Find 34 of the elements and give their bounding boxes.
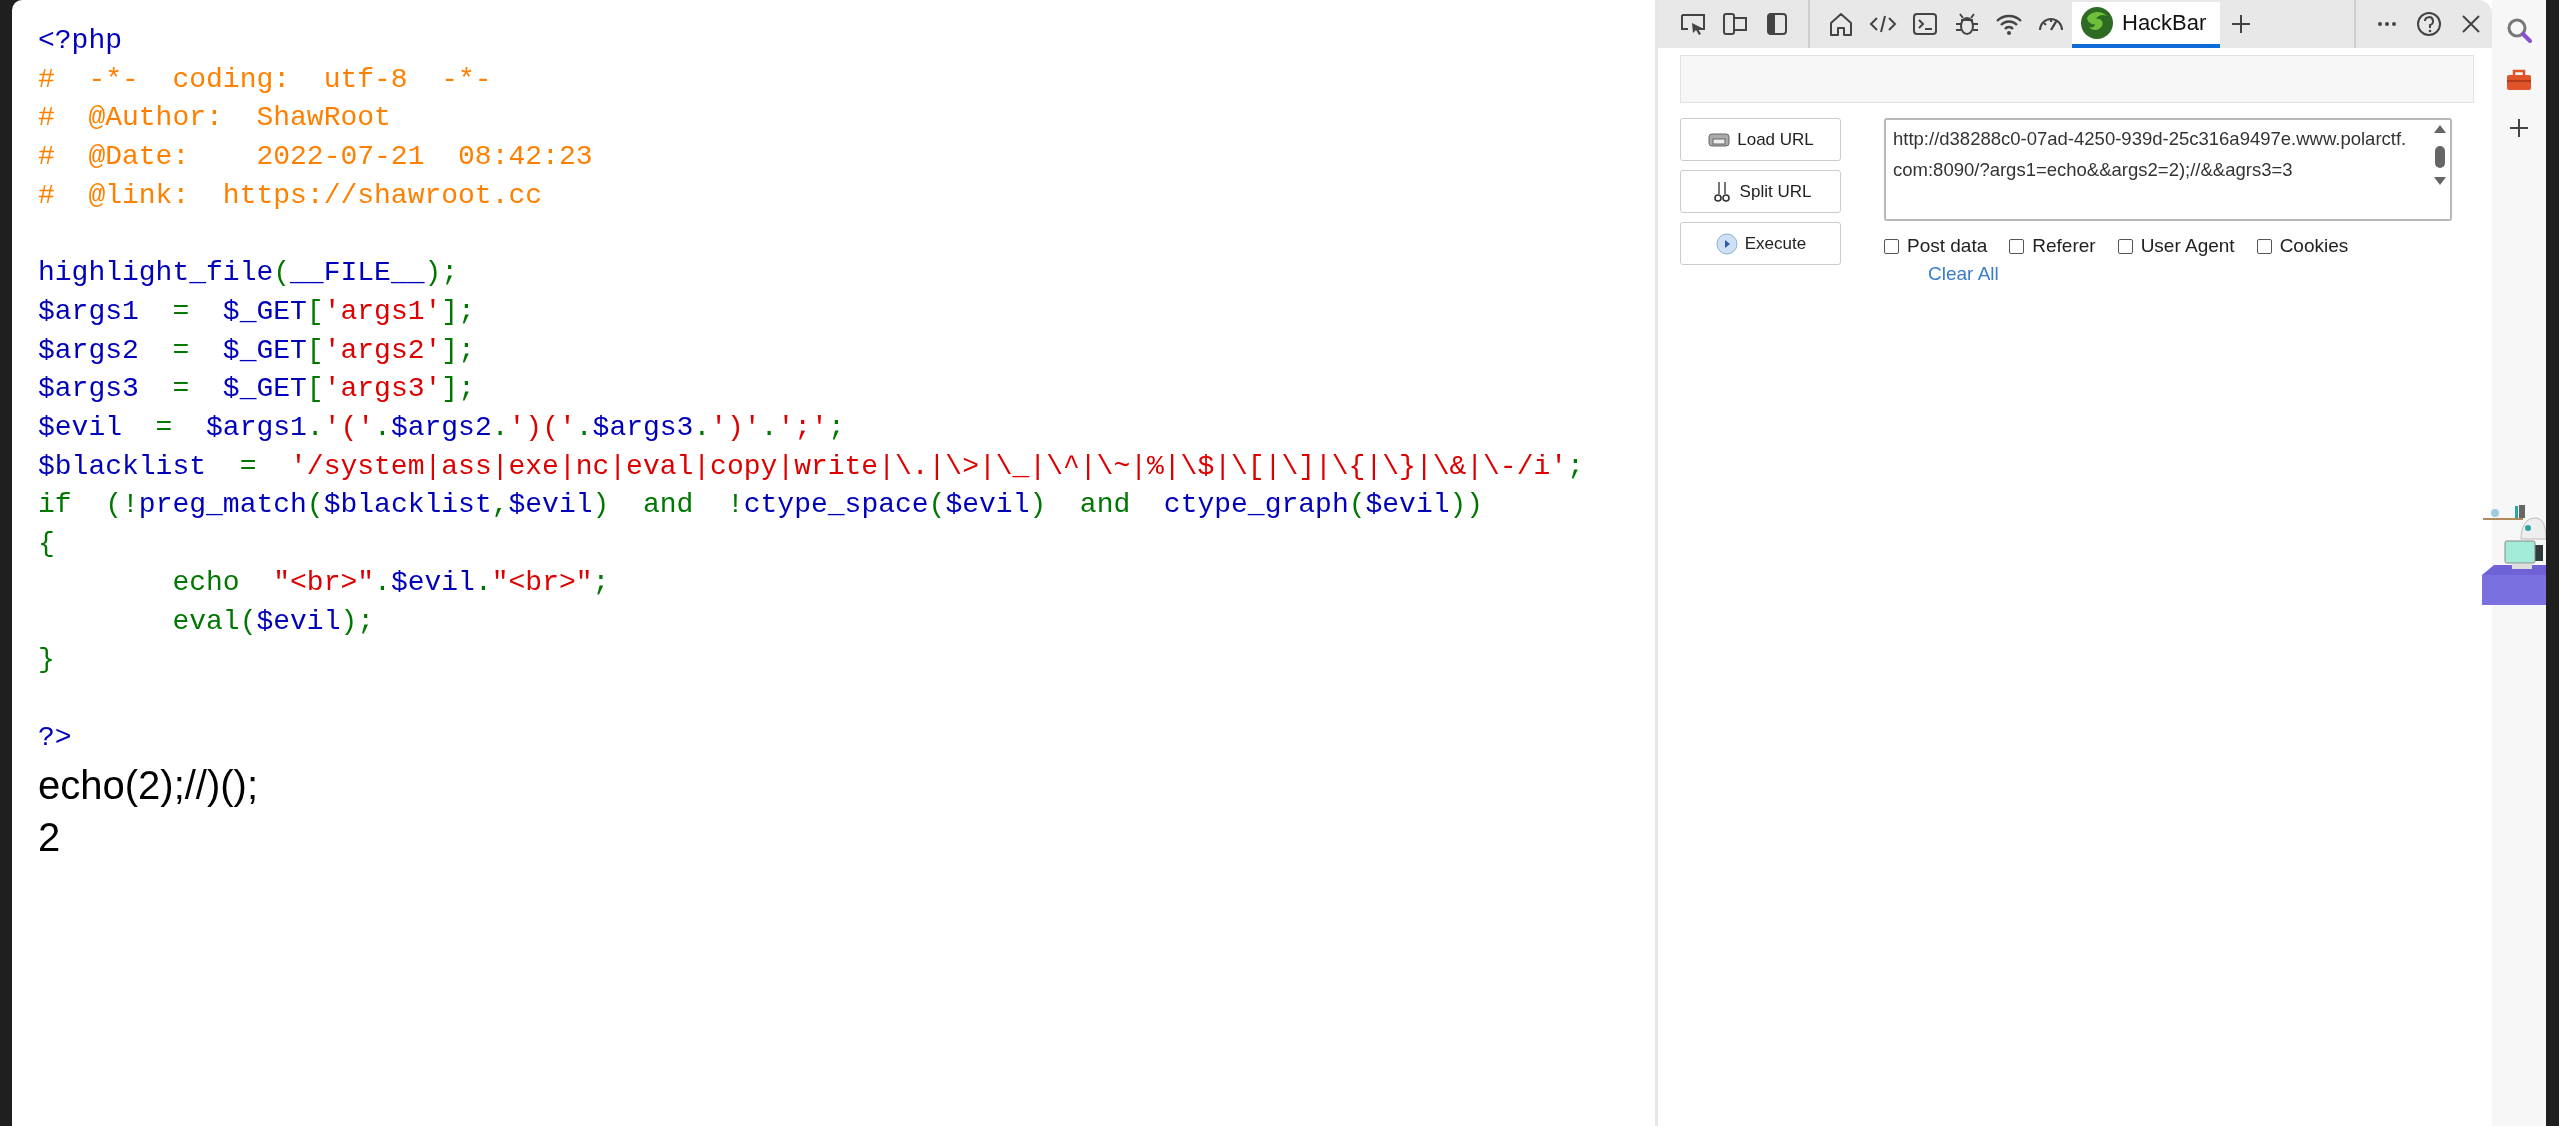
add-icon[interactable]	[2507, 116, 2531, 140]
code-line: echo "<br>".$evil."<br>";	[171, 565, 610, 600]
hackbar-button[interactable]: Load URL	[1680, 118, 1841, 161]
scrollbar-icon	[2433, 123, 2447, 187]
code-line: $evil = $args1.'('.$args2.')('.$args3.')'.';';	[38, 411, 845, 445]
code-line: # -*- coding: utf-8 -*-	[38, 62, 492, 97]
option-checkbox[interactable]: Post data	[1884, 235, 1988, 257]
code-line: # @Date: 2022-07-21 08:42:23	[38, 140, 593, 175]
code-line: $args2 = $_GET['args2'];	[38, 333, 475, 368]
clear-all-link[interactable]: Clear All	[1928, 263, 1999, 285]
code-line: $blacklist = '/system|ass|exe|nc|eval|copy|write|\.|\>|\_|\^|\~|%|\$|\[|\]|\{|\}|\&|\-/i';	[38, 449, 1584, 484]
tab[interactable]: HackBar	[2072, 2, 2221, 48]
option-checkbox[interactable]: Cookies	[2256, 235, 2349, 257]
option-checkbox[interactable]: User Agent	[2117, 235, 2235, 257]
url-field[interactable]: http://d38288c0-07ad-4250-939d-25c316a9497e.www.polarctf.com:8090/?args1=echo&&args2=2);//&&agrs3=3	[1884, 118, 2452, 221]
search-icon[interactable]	[2505, 16, 2533, 44]
code-line: }	[38, 643, 55, 678]
code-line: $args3 = $_GET['args3'];	[38, 372, 475, 407]
output-text: echo(2);//)();	[38, 762, 259, 810]
hackbar-button[interactable]: Split URL	[1680, 170, 1841, 213]
hackbar-logo-icon	[2080, 6, 2114, 40]
hackbar-button[interactable]: Execute	[1680, 222, 1841, 265]
code-line: highlight_file(__FILE__);	[38, 256, 459, 291]
code-line: <?php	[38, 24, 122, 58]
code-line: eval($evil);	[171, 604, 375, 639]
code-line: {	[38, 527, 55, 562]
code-line: if (!preg_match($blacklist,$evil) and !ctype_space($evil) and ctype_graph($evil))	[38, 488, 1484, 523]
code-line: # @Author: ShawRoot	[38, 101, 391, 136]
code-line: # @link: https://shawroot.cc	[38, 178, 543, 213]
play-icon	[1714, 231, 1739, 256]
code-line: $args1 = $_GET['args1'];	[38, 294, 475, 329]
code-line: ?>	[38, 720, 72, 755]
output-text: 2	[38, 814, 61, 862]
option-checkbox[interactable]: Referer	[2009, 235, 2096, 257]
